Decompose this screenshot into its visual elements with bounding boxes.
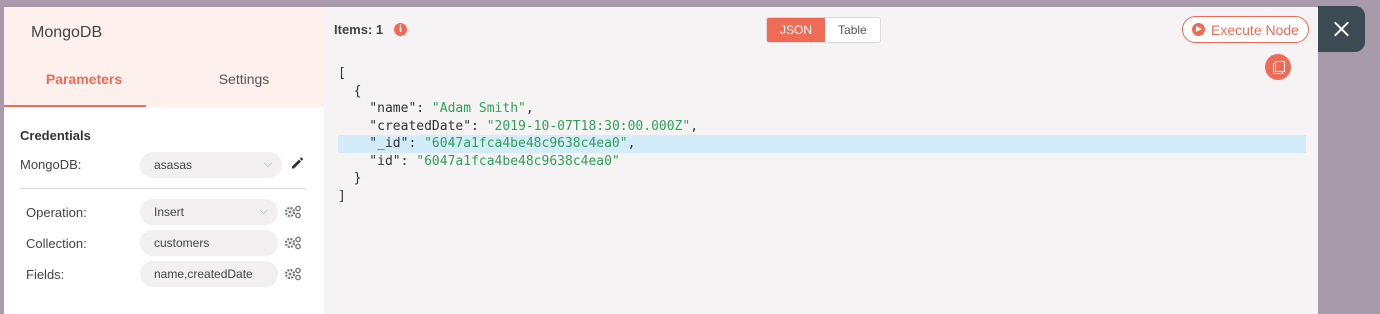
operation-select[interactable]: Insert ⌵ xyxy=(140,199,278,225)
collection-input[interactable]: customers xyxy=(140,230,278,256)
view-toggle: JSON Table xyxy=(766,17,881,43)
fields-label: Fields: xyxy=(26,267,65,282)
collection-label: Collection: xyxy=(26,236,87,251)
credentials-select[interactable]: asasas ⌵ xyxy=(140,152,282,178)
tab-parameters[interactable]: Parameters xyxy=(4,63,164,107)
pencil-icon[interactable] xyxy=(290,156,304,170)
json-line: } xyxy=(338,171,362,186)
tab-settings[interactable]: Settings xyxy=(164,63,324,107)
json-line: "createdDate": "2019-10-07T18:30:00.000Z… xyxy=(338,118,699,134)
chevron-down-icon: ⌵ xyxy=(263,158,272,170)
node-modal: MongoDB Parameters Settings Credentials … xyxy=(4,7,1318,314)
fields-input[interactable]: name,createdDate xyxy=(140,261,278,287)
gear-icon[interactable] xyxy=(284,267,302,281)
credentials-label: MongoDB: xyxy=(20,157,82,172)
credentials-value: asasas xyxy=(154,158,193,172)
gear-icon[interactable] xyxy=(284,236,302,250)
operation-value: Insert xyxy=(154,205,185,219)
output-panel: Items: 1 i JSON Table Execute Node [ { "… xyxy=(324,7,1318,314)
parameters-panel: MongoDB Parameters Settings Credentials … xyxy=(4,7,324,314)
close-icon[interactable] xyxy=(1318,6,1365,52)
execute-node-button[interactable]: Execute Node xyxy=(1182,16,1309,43)
json-line: "id": "6047a1fca4be48c9638c4ea0" xyxy=(338,153,620,169)
json-line: { xyxy=(338,83,362,99)
credentials-title: Credentials xyxy=(20,128,91,143)
node-header: MongoDB Parameters Settings xyxy=(4,7,324,107)
node-title: MongoDB xyxy=(31,24,103,41)
table-view-button[interactable]: Table xyxy=(825,18,880,42)
json-output: [ { "name": "Adam Smith", "createdDate":… xyxy=(338,65,1306,205)
fields-value: name,createdDate xyxy=(154,267,253,281)
json-line-highlighted: "_id": "6047a1fca4be48c9638c4ea0", xyxy=(338,135,1306,153)
info-icon[interactable]: i xyxy=(394,23,407,36)
collection-value: customers xyxy=(154,236,210,250)
chevron-down-icon: ⌵ xyxy=(259,205,268,217)
panel-tabs: Parameters Settings xyxy=(4,63,324,107)
json-line: [ xyxy=(338,66,346,81)
json-line: "name": "Adam Smith", xyxy=(338,101,534,116)
gear-icon[interactable] xyxy=(284,205,302,219)
play-icon xyxy=(1192,23,1206,36)
items-count: Items: 1 xyxy=(334,22,384,37)
execute-node-label: Execute Node xyxy=(1211,21,1299,38)
json-view-button[interactable]: JSON xyxy=(767,18,826,42)
json-line: ] xyxy=(338,188,346,204)
divider xyxy=(20,188,306,189)
operation-label: Operation: xyxy=(26,205,87,220)
